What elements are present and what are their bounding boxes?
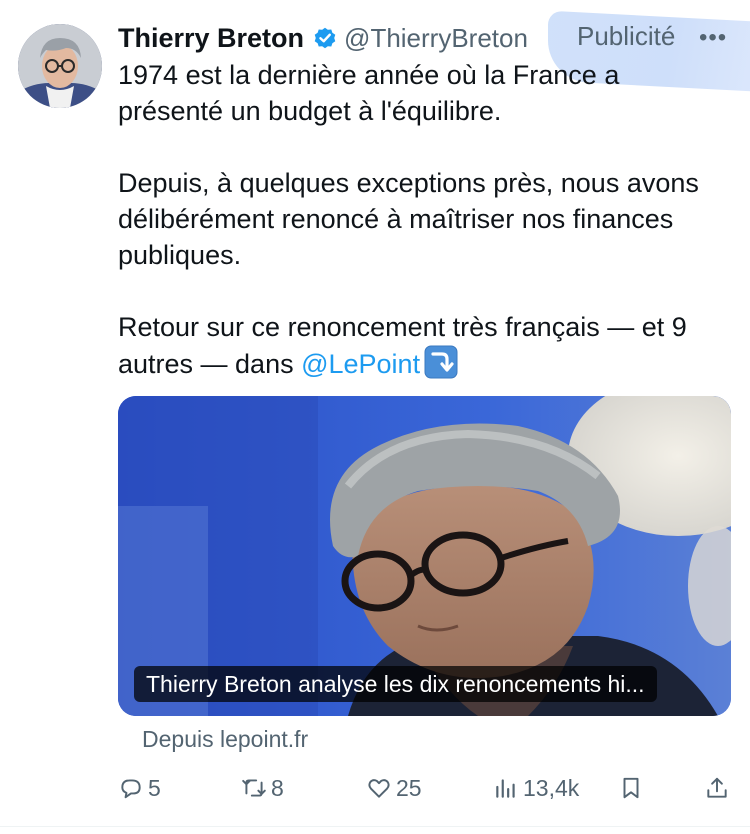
retweet-count: 8 — [271, 774, 284, 801]
avatar[interactable] — [18, 24, 102, 108]
card-title: Thierry Breton analyse les dix renonceme… — [134, 666, 657, 702]
views-count: 13,4k — [523, 774, 580, 801]
card-source[interactable]: Depuis lepoint.fr — [142, 726, 308, 753]
arrow-curving-down-emoji-icon — [424, 345, 458, 379]
retweet-icon — [242, 779, 266, 797]
reply-button[interactable]: 5 — [118, 770, 161, 806]
bookmark-icon — [623, 777, 639, 799]
author-name[interactable]: Thierry Breton — [118, 23, 304, 54]
views-button[interactable]: 13,4k — [493, 770, 579, 806]
tweet-header: Thierry Breton @ThierryBreton — [118, 20, 528, 56]
views-chart-icon — [496, 779, 515, 798]
reply-icon — [121, 779, 141, 799]
tweet-paragraph: 1974 est la dernière année où la France … — [118, 60, 620, 126]
mention-link[interactable]: @LePoint — [301, 349, 420, 379]
more-options-icon[interactable]: ••• — [699, 24, 727, 52]
like-count: 25 — [396, 774, 422, 801]
share-button[interactable] — [704, 770, 734, 806]
reply-count: 5 — [148, 774, 161, 801]
link-card[interactable]: Thierry Breton analyse les dix renonceme… — [118, 396, 731, 716]
retweet-button[interactable]: 8 — [241, 770, 284, 806]
promoted-label: Publicité — [577, 21, 676, 51]
tweet-text: 1974 est la dernière année où la France … — [118, 57, 730, 382]
tweet-paragraph: Depuis, à quelques exceptions près, nous… — [118, 168, 699, 270]
tweet-paragraph: Retour sur ce renoncement très français … — [118, 309, 730, 382]
bookmark-button[interactable] — [618, 770, 648, 806]
heart-icon — [368, 779, 390, 798]
share-icon — [707, 777, 727, 798]
divider — [0, 826, 750, 827]
verified-badge-icon — [312, 25, 338, 51]
action-bar: 5 8 25 13,4k — [118, 770, 730, 806]
author-handle[interactable]: @ThierryBreton — [344, 23, 528, 54]
like-button[interactable]: 25 — [366, 770, 422, 806]
author-avatar-image — [18, 24, 102, 108]
